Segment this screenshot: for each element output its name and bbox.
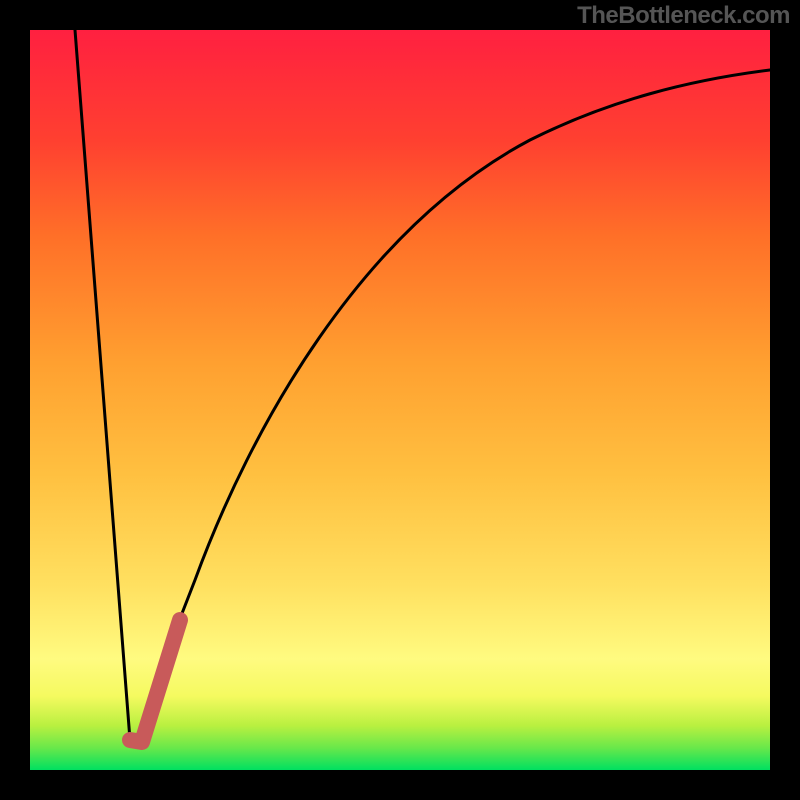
curves-layer (30, 30, 770, 770)
watermark-text: TheBottleneck.com (577, 2, 790, 30)
chart-frame: TheBottleneck.com (0, 0, 800, 800)
highlight-segment (130, 620, 180, 742)
plot-area (30, 30, 770, 770)
